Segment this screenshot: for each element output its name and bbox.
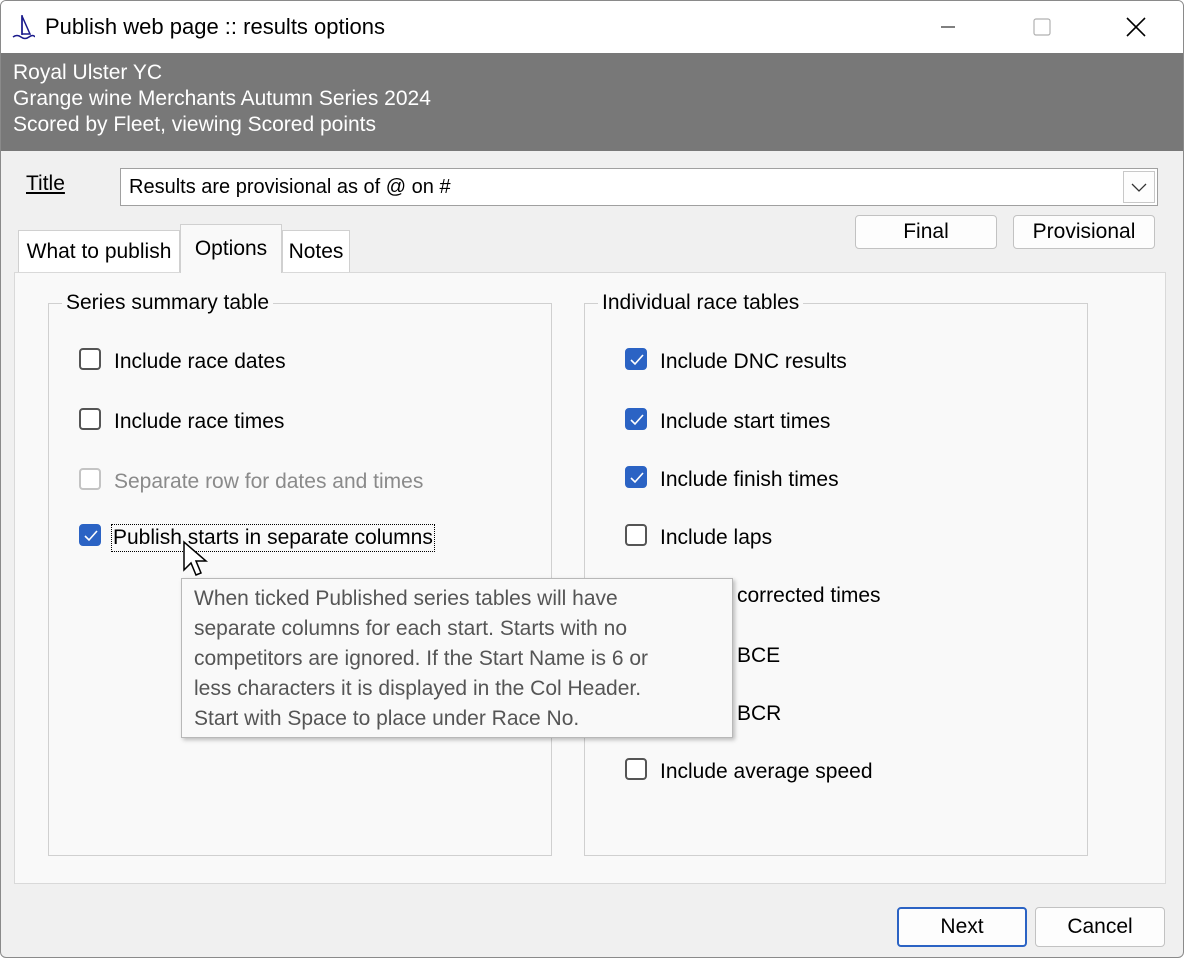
tooltip: When ticked Published series tables will… [181,578,733,738]
include-average-speed-label[interactable]: Include average speed [660,760,873,784]
include-race-times-checkbox[interactable] [79,408,101,430]
bce-label[interactable]: BCE [737,644,780,668]
include-race-dates-label[interactable]: Include race dates [114,350,286,374]
bcr-label[interactable]: BCR [737,702,781,726]
include-finish-times-label[interactable]: Include finish times [660,468,839,492]
title-label-text: Title [26,172,65,195]
include-dnc-results-checkbox[interactable] [625,348,647,370]
tooltip-line: separate columns for each start. Starts … [194,617,628,640]
final-button[interactable]: Final [855,215,997,249]
window-title: Publish web page :: results options [45,14,385,39]
minimize-icon [941,26,955,28]
corrected-times-label[interactable]: corrected times [737,584,881,608]
include-finish-times-checkbox[interactable] [625,466,647,488]
provisional-button[interactable]: Provisional [1013,215,1155,249]
minimize-button[interactable] [901,1,995,53]
series-name: Grange wine Merchants Autumn Series 2024 [13,87,431,110]
tooltip-line: competitors are ignored. If the Start Na… [194,647,649,670]
chevron-down-icon [1131,183,1147,192]
publish-starts-separate-columns-checkbox[interactable] [79,524,101,546]
include-race-dates-checkbox[interactable] [79,348,101,370]
tooltip-line: When ticked Published series tables will… [194,587,618,610]
tab-options[interactable]: Options [180,224,282,273]
close-button[interactable] [1089,1,1183,53]
title-dropdown-button[interactable] [1123,171,1155,203]
include-race-times-label[interactable]: Include race times [114,410,284,434]
maximize-button[interactable] [995,1,1089,53]
tooltip-line: Start with Space to place under Race No. [194,707,580,730]
title-combobox-value: Results are provisional as of @ on # [129,176,451,198]
info-banner: Royal Ulster YC Grange wine Merchants Au… [1,53,1183,151]
include-start-times-checkbox[interactable] [625,408,647,430]
include-laps-checkbox[interactable] [625,524,647,546]
title-label: Title [26,172,65,196]
include-average-speed-checkbox[interactable] [625,758,647,780]
checkmark-icon [630,472,644,484]
include-start-times-label[interactable]: Include start times [660,410,830,434]
publish-starts-separate-columns-label[interactable]: Publish starts in separate columns [111,524,435,552]
checkmark-icon [630,354,644,366]
tab-notes[interactable]: Notes [282,230,350,272]
close-icon [1126,17,1146,37]
tooltip-line: less characters it is displayed in the C… [194,677,642,700]
scoring-info: Scored by Fleet, viewing Scored points [13,113,377,136]
include-laps-label[interactable]: Include laps [660,526,772,550]
individual-race-legend: Individual race tables [598,291,804,315]
checkmark-icon [630,414,644,426]
title-bar: Publish web page :: results options [1,1,1183,53]
sailboat-icon [11,13,36,41]
checkmark-icon [84,530,98,542]
include-dnc-results-label[interactable]: Include DNC results [660,350,847,374]
club-name: Royal Ulster YC [13,61,162,84]
next-button[interactable]: Next [897,907,1027,947]
series-summary-legend: Series summary table [62,291,274,315]
cancel-button[interactable]: Cancel [1035,907,1165,947]
tab-what-to-publish[interactable]: What to publish [18,230,180,272]
separate-row-label: Separate row for dates and times [114,470,424,493]
maximize-icon [1033,18,1051,36]
mouse-pointer-icon [182,540,210,585]
title-combobox[interactable]: Results are provisional as of @ on # [120,168,1158,206]
separate-row-checkbox [79,468,101,490]
